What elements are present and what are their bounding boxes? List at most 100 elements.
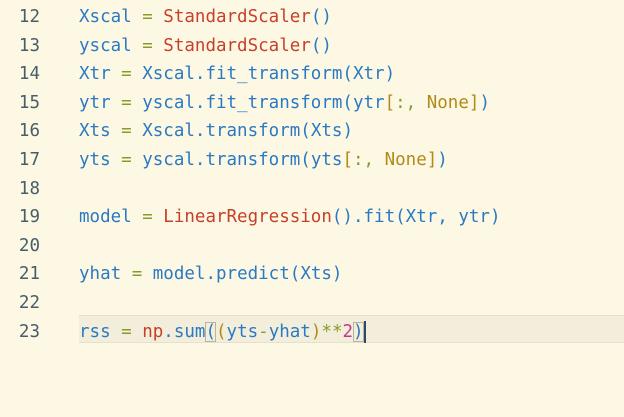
code-token: , [437, 207, 459, 228]
code-token: () [310, 35, 332, 56]
code-line[interactable]: 15 ytr = yscal.fit_transform(ytr[:, None]… [0, 89, 624, 117]
code-token: = [110, 150, 143, 170]
code-token: 2 [342, 321, 354, 342]
code-line[interactable]: 17 yts = yscal.transform(yts[:, None]) [0, 146, 624, 174]
code-line[interactable]: 12 Xscal = StandardScaler() [0, 3, 624, 31]
code-token: None [426, 92, 469, 113]
code-token: transform [205, 150, 301, 170]
code-line[interactable]: 14 Xtr = Xscal.fit_transform(Xtr) [0, 60, 624, 88]
code-token: fit [363, 207, 396, 228]
code-line[interactable]: 21 yhat = model.predict(Xts) [0, 260, 624, 288]
code-token: . [194, 92, 206, 113]
code-token: sum [173, 321, 206, 342]
line-code[interactable]: yscal = StandardScaler() [79, 32, 332, 60]
code-line[interactable]: 20 [0, 232, 624, 260]
code-token: LinearRegression [163, 207, 332, 228]
code-token: = [131, 35, 164, 56]
code-token: ) [437, 150, 448, 170]
code-token: StandardScaler [163, 35, 311, 56]
code-line[interactable]: 13 yscal = StandardScaler() [0, 32, 624, 60]
code-token: = [110, 121, 143, 142]
code-token: yscal [142, 150, 195, 170]
code-editor[interactable]: 12 Xscal = StandardScaler() 13 yscal = Stan… [0, 0, 624, 417]
line-code[interactable]: ytr = yscal.fit_transform(ytr[:, None]) [79, 89, 490, 117]
code-token: ) [342, 121, 353, 142]
code-token: yts [310, 150, 343, 170]
line-code[interactable]: yts = yscal.transform(yts[:, None]) [79, 146, 448, 174]
code-token: predict [216, 264, 290, 285]
code-token: ( [342, 92, 353, 113]
line-number: 13 [18, 35, 40, 56]
code-token: ( [300, 121, 311, 142]
code-token: ) [310, 321, 322, 342]
line-number: 16 [18, 121, 40, 142]
code-token: model [152, 264, 206, 285]
code-token: Xscal [142, 64, 195, 85]
code-token: Xscal [79, 7, 132, 27]
code-token: Xtr [405, 207, 438, 228]
code-token: () [331, 207, 353, 228]
code-token: yhat [268, 321, 311, 342]
code-line[interactable]: 18 [0, 175, 624, 203]
code-token: ) [489, 207, 501, 228]
line-number: 17 [18, 150, 40, 170]
code-token: rss [79, 321, 111, 342]
line-code[interactable]: Xts = Xscal.transform(Xts) [79, 117, 353, 145]
code-token: yscal [142, 92, 195, 113]
line-code[interactable]: Xtr = Xscal.fit_transform(Xtr) [79, 60, 395, 88]
code-token: yhat [79, 264, 122, 285]
code-token: ] [468, 92, 480, 113]
line-number: 21 [18, 264, 40, 285]
code-token: Xscal [142, 121, 195, 142]
code-token: ( [395, 207, 406, 228]
code-token: ) [353, 321, 364, 342]
code-line[interactable]: 22 [0, 289, 624, 317]
code-token: . [194, 150, 206, 170]
code-line[interactable]: 16 Xts = Xscal.transform(Xts) [0, 117, 624, 145]
code-token: None [384, 150, 427, 170]
line-number: 19 [18, 207, 40, 228]
code-token: ( [216, 321, 227, 342]
code-token: Xtr [352, 64, 385, 85]
code-token: yscal [79, 35, 132, 56]
code-token: :, [395, 92, 427, 113]
code-token: Xts [300, 264, 332, 285]
code-token: ( [342, 64, 353, 85]
code-line[interactable]: 23 rss = np.sum((yts-yhat)**2) [0, 318, 624, 346]
code-token: fit_transform [205, 64, 343, 85]
code-token: . [352, 207, 364, 228]
line-code[interactable]: Xscal = StandardScaler() [79, 3, 332, 31]
code-token: () [310, 7, 332, 27]
text-cursor [363, 320, 366, 343]
line-number: 22 [18, 293, 40, 313]
code-token: - [258, 321, 269, 342]
line-number: 14 [18, 64, 40, 85]
line-code[interactable]: model = LinearRegression().fit(Xtr, ytr) [79, 203, 501, 231]
code-token: = [121, 264, 153, 285]
line-code[interactable]: yhat = model.predict(Xts) [79, 260, 342, 288]
code-line[interactable]: 19 model = LinearRegression().fit(Xtr, yt… [0, 203, 624, 231]
code-token: fit_transform [205, 92, 343, 113]
code-token: ytr [79, 92, 111, 113]
code-token: model [79, 207, 132, 228]
code-token: ] [426, 150, 438, 170]
code-token: . [194, 64, 206, 85]
code-token: = [110, 92, 143, 113]
code-token: = [110, 64, 143, 85]
code-token: = [131, 207, 164, 228]
code-token: ( [289, 264, 301, 285]
code-token: ) [331, 264, 343, 285]
line-code[interactable]: rss = np.sum((yts-yhat)**2) [79, 318, 366, 346]
code-token: ( [205, 321, 216, 342]
line-number: 18 [18, 178, 40, 199]
code-token: Xts [79, 121, 111, 142]
code-token: ytr [458, 207, 490, 228]
code-token: [ [342, 150, 353, 170]
code-token: yts [79, 150, 111, 170]
code-token: Xts [310, 121, 343, 142]
code-token: ( [300, 150, 311, 170]
line-number: 12 [18, 7, 40, 27]
code-token: np [142, 321, 164, 342]
code-token: . [205, 264, 216, 285]
code-token: [ [384, 92, 396, 113]
